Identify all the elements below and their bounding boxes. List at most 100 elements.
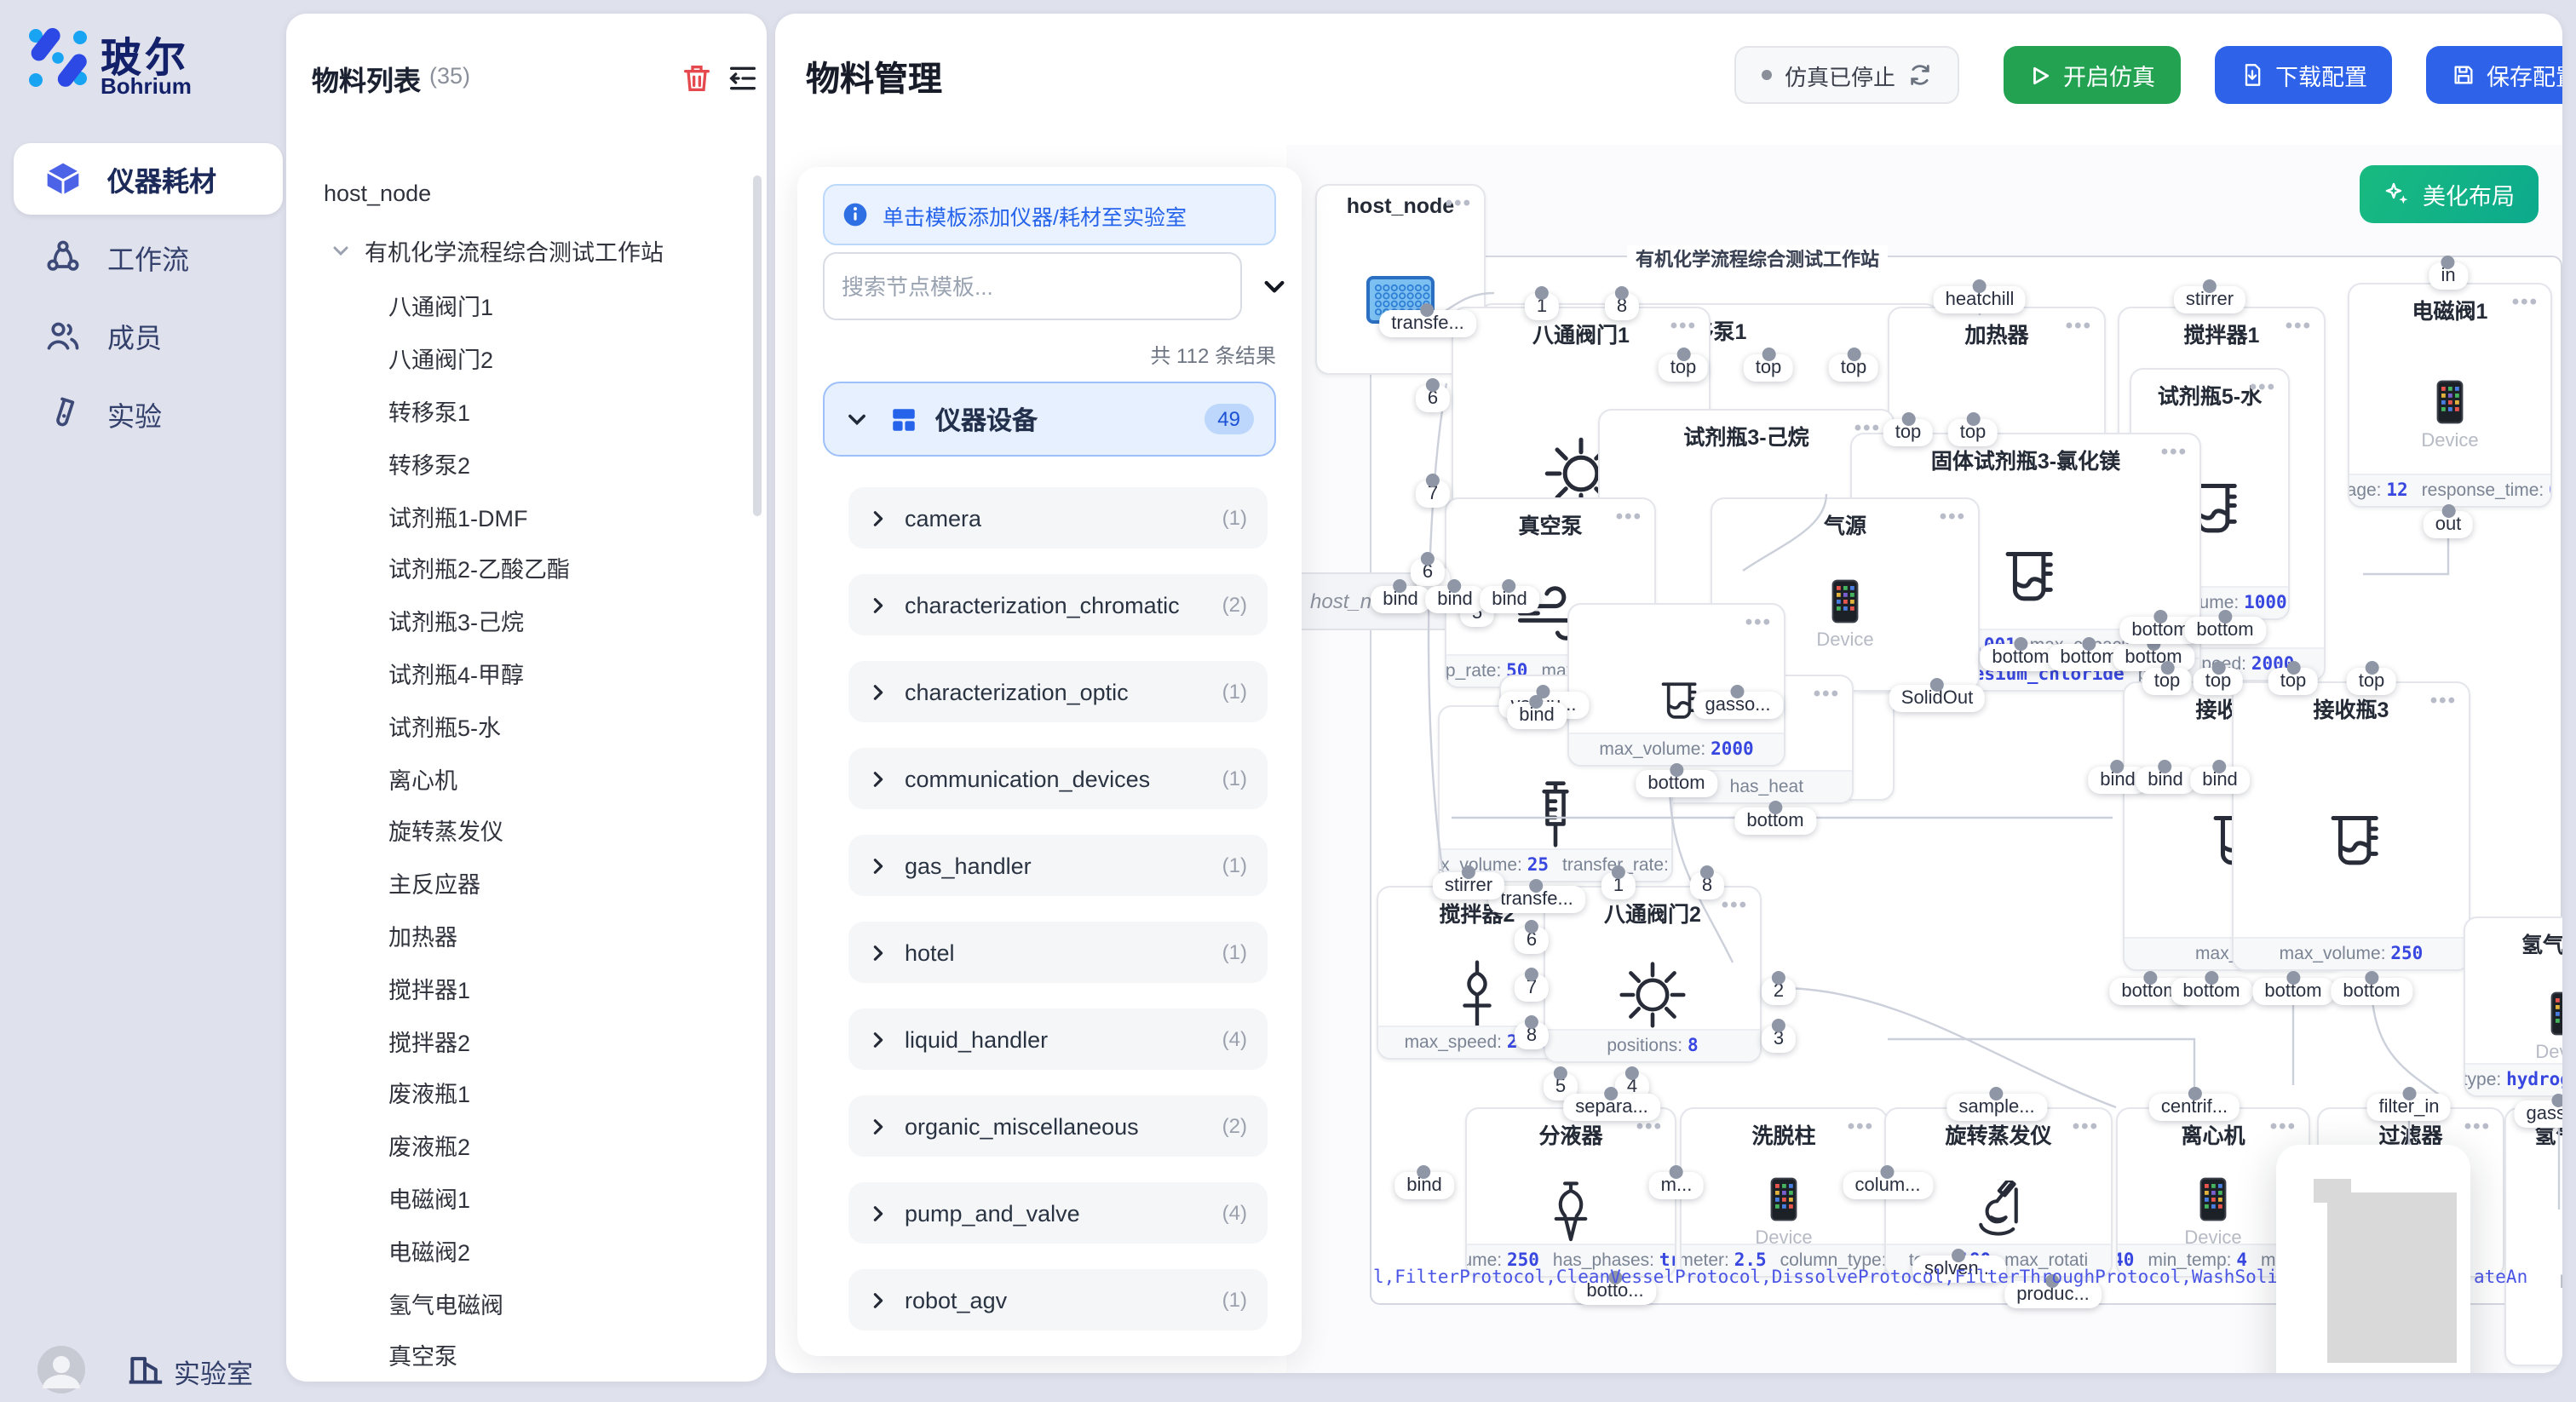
port-chip-1[interactable]: 1 <box>1601 872 1636 899</box>
port-chip-bottom[interactable]: bottom <box>2171 978 2251 1005</box>
tree-item[interactable]: host_node <box>286 164 746 221</box>
node-menu-icon[interactable]: ••• <box>1940 504 1966 528</box>
tree-item[interactable]: 电磁阀2 <box>286 1224 746 1277</box>
port-chip-bottom[interactable]: bottom <box>1636 770 1716 797</box>
tree-item[interactable]: 废液瓶1 <box>286 1066 746 1119</box>
port-chip-bottom[interactable]: bottom <box>2184 617 2265 644</box>
node-menu-icon[interactable]: ••• <box>1670 313 1697 337</box>
tree-item[interactable]: 主反应器 <box>286 857 746 910</box>
port-chip-2[interactable]: 2 <box>1762 978 1796 1005</box>
port-chip-bind[interactable]: bind <box>2136 767 2195 794</box>
tree-item[interactable]: 试剂瓶1-DMF <box>286 489 746 542</box>
port-chip-top[interactable]: top <box>2268 668 2319 695</box>
collapse-list-icon[interactable] <box>726 61 760 95</box>
port-chip-SolidOut[interactable]: SolidOut <box>1889 685 1985 712</box>
tree-item[interactable]: 八通阀门2 <box>286 332 746 385</box>
category-row-camera[interactable]: camera(1) <box>848 487 1268 549</box>
port-chip-top[interactable]: top <box>1829 354 1879 382</box>
sidebar-item-instruments[interactable]: 仪器耗材 <box>14 143 283 215</box>
node-menu-icon[interactable]: ••• <box>1814 681 1840 705</box>
port-chip-8[interactable]: 8 <box>1605 293 1639 320</box>
port-chip-top[interactable]: top <box>1744 354 1794 382</box>
port-chip-top[interactable]: top <box>1948 419 1998 446</box>
port-chip-colum...[interactable]: colum... <box>1843 1172 1932 1199</box>
port-chip-centrif...[interactable]: centrif... <box>2149 1094 2240 1121</box>
node-menu-icon[interactable]: ••• <box>2161 440 2188 463</box>
search-input[interactable] <box>823 252 1242 320</box>
port-chip-heatchill[interactable]: heatchill <box>1934 286 2027 313</box>
canvas-node-氢气气源[interactable]: 氢气气源•••Device_type: hydrogenmax_pre <box>2464 916 2562 1097</box>
canvas-node-分液器[interactable]: 分液器•••volume: 250has_phases: true <box>1465 1107 1676 1278</box>
canvas-node[interactable]: •••max_volume: 2000 <box>1567 603 1785 767</box>
category-row-organic_miscellaneous[interactable]: organic_miscellaneous(2) <box>848 1095 1268 1157</box>
port-chip-transfe...[interactable]: transfe... <box>1379 310 1476 337</box>
port-chip-top[interactable]: top <box>2142 668 2193 695</box>
category-row-liquid_handler[interactable]: liquid_handler(4) <box>848 1008 1268 1070</box>
node-menu-icon[interactable]: ••• <box>2512 290 2539 313</box>
port-chip-bottom[interactable]: bottom <box>2331 978 2412 1005</box>
tree-item[interactable]: 试剂瓶5-水 <box>286 699 746 752</box>
canvas-node-接收瓶3[interactable]: 接收瓶3•••max_volume: 250 <box>2232 681 2470 971</box>
port-chip-6[interactable]: 6 <box>1411 559 1445 586</box>
port-chip-gasso...[interactable]: gasso... <box>2514 1100 2562 1128</box>
start-simulation-button[interactable]: 开启仿真 <box>2004 46 2181 104</box>
chevron-down-icon[interactable] <box>1261 273 1288 300</box>
port-chip-m...[interactable]: m... <box>1649 1172 1705 1199</box>
tree-item[interactable]: 废液瓶2 <box>286 1119 746 1172</box>
node-menu-icon[interactable]: ••• <box>1722 893 1748 916</box>
port-chip-sample...[interactable]: sample... <box>1946 1094 2046 1121</box>
tree-item[interactable]: 加热器 <box>286 909 746 962</box>
node-menu-icon[interactable]: ••• <box>2430 688 2457 712</box>
beautify-layout-button[interactable]: 美化布局 <box>2360 165 2539 223</box>
refresh-icon[interactable] <box>1907 63 1931 87</box>
canvas-node-氢气电磁阀[interactable]: 氢气电磁阀•••Device <box>2504 1107 2562 1366</box>
node-menu-icon[interactable]: ••• <box>2073 1114 2099 1138</box>
port-chip-gasso...[interactable]: gasso... <box>1693 692 1782 719</box>
port-chip-7[interactable]: 7 <box>1416 480 1450 508</box>
category-row-characterization_optic[interactable]: characterization_optic(1) <box>848 661 1268 722</box>
tree-item[interactable]: 搅拌器2 <box>286 1014 746 1066</box>
category-row-characterization_chromatic[interactable]: characterization_chromatic(2) <box>848 574 1268 635</box>
port-chip-stirrer[interactable]: stirrer <box>2174 286 2245 313</box>
tree-item[interactable]: 试剂瓶2-乙酸乙酯 <box>286 542 746 595</box>
port-chip-6[interactable]: 6 <box>1416 385 1450 412</box>
sidebar-item-members[interactable]: 成员 <box>14 300 283 371</box>
port-chip-6[interactable]: 6 <box>1515 927 1549 954</box>
port-chip-top[interactable]: top <box>2194 668 2244 695</box>
tree-item[interactable]: 转移泵2 <box>286 437 746 490</box>
sidebar-item-experiments[interactable]: 实验 <box>14 378 283 450</box>
tree-item[interactable]: 试剂瓶4-甲醇 <box>286 646 746 699</box>
node-graph-canvas[interactable]: 美化布局 有机化学流程综合测试工作站 host_no... 转移泵1•••tra… <box>1286 145 2562 1373</box>
node-menu-icon[interactable]: ••• <box>2286 313 2312 337</box>
node-menu-icon[interactable]: ••• <box>1616 504 1642 528</box>
tree-item[interactable]: 离心机 <box>286 751 746 804</box>
port-chip-out[interactable]: out <box>2424 511 2474 538</box>
tree-item[interactable]: 电磁阀1 <box>286 1171 746 1224</box>
node-menu-icon[interactable]: ••• <box>1446 191 1472 215</box>
port-chip-3[interactable]: 3 <box>1762 1026 1796 1053</box>
trash-icon[interactable] <box>680 61 714 95</box>
tree-item[interactable]: 搅拌器1 <box>286 962 746 1014</box>
node-menu-icon[interactable]: ••• <box>1745 610 1772 634</box>
tree-item[interactable]: 转移泵1 <box>286 384 746 437</box>
port-chip-stirrer[interactable]: stirrer <box>1433 872 1504 899</box>
port-chip-bind[interactable]: bind <box>1507 702 1567 729</box>
tree-item[interactable]: 试剂瓶3-己烷 <box>286 595 746 647</box>
category-group-instruments[interactable]: 仪器设备 49 <box>823 382 1276 457</box>
port-chip-top[interactable]: top <box>1883 419 1934 446</box>
tree-item[interactable]: 真空泵 <box>286 1329 746 1382</box>
tree-item[interactable]: 八通阀门1 <box>286 279 746 332</box>
port-chip-top[interactable]: top <box>2347 668 2397 695</box>
port-chip-in[interactable]: in <box>2429 262 2467 290</box>
canvas-node-电磁阀1[interactable]: 电磁阀1•••Devicevoltage: 12response_time: 0… <box>2348 283 2552 508</box>
category-row-communication_devices[interactable]: communication_devices(1) <box>848 748 1268 809</box>
port-chip-bind[interactable]: bind <box>1480 586 1539 613</box>
save-config-button[interactable]: 保存配置 <box>2426 46 2562 104</box>
node-menu-icon[interactable]: ••• <box>2250 375 2276 399</box>
category-row-pump_and_valve[interactable]: pump_and_valve(4) <box>848 1182 1268 1244</box>
category-row-gas_handler[interactable]: gas_handler(1) <box>848 835 1268 896</box>
tree-scrollbar[interactable] <box>753 175 762 516</box>
port-chip-bind[interactable]: bind <box>1371 586 1430 613</box>
floating-preview-box[interactable] <box>2276 1145 2470 1373</box>
port-chip-bottom[interactable]: bottom <box>2252 978 2333 1005</box>
